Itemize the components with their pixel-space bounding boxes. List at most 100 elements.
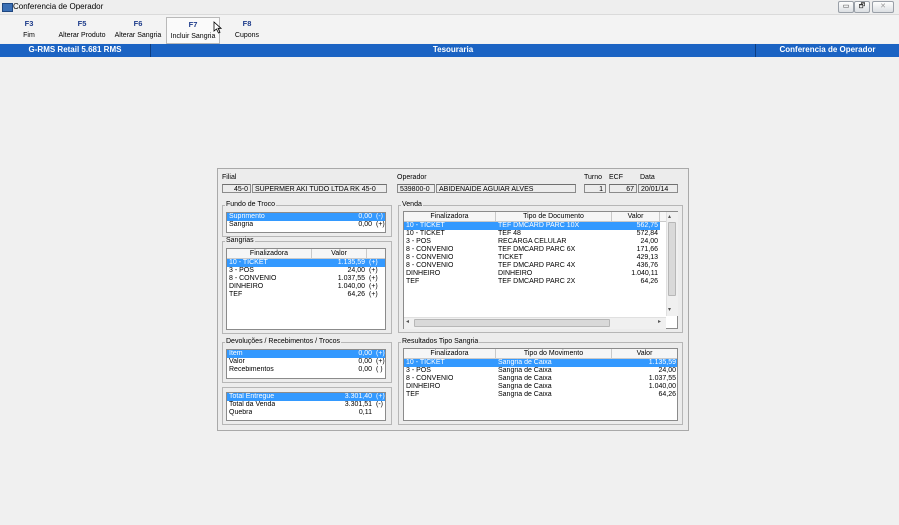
item-sign: (-) [376, 401, 383, 408]
scroll-down-icon[interactable]: ▾ [668, 306, 671, 313]
f5-alterar-produto-button[interactable]: F5 Alterar Produto [56, 17, 108, 42]
list-item[interactable]: Sangria 0,00 (+) [227, 221, 385, 229]
f6-alterar-sangria-button[interactable]: F6 Alterar Sangria [112, 17, 164, 42]
table-row[interactable]: 8 - CONVENIO TICKET 429,13 [404, 254, 660, 262]
table-row[interactable]: TEF Sangria de Caixa 64,26 [404, 391, 677, 399]
scroll-right-icon[interactable]: ▸ [658, 318, 661, 325]
table-row[interactable]: 3 - POS RECARGA CELULAR 24,00 [404, 238, 660, 246]
table-row[interactable]: DINHEIRO DINHEIRO 1.040,11 [404, 270, 660, 278]
ecf-field[interactable]: 67 [609, 184, 637, 193]
table-row[interactable]: 3 - POS 24,00 (+) [227, 267, 385, 275]
table-row[interactable]: 8 - CONVENIO TEF DMCARD PARC 4X 436,76 [404, 262, 660, 270]
cell-finalizadora: 8 - CONVENIO [406, 262, 454, 269]
column-header[interactable]: Valor [612, 212, 660, 221]
cell-finalizadora: DINHEIRO [406, 270, 441, 277]
cell-valor: 24,00 [658, 367, 676, 374]
venda-table[interactable]: Finalizadora Tipo de Documento Valor 10 … [403, 211, 678, 329]
filial-name-field[interactable]: SUPERMER AKI TUDO LTDA RK 45-0 [252, 184, 387, 193]
operador-code-field[interactable]: 539800-0 [397, 184, 435, 193]
cell-valor: 1.040,11 [631, 270, 658, 277]
devolucoes-list[interactable]: Item 0,00 (+) Valor 0,00 (+) Recebimentos 0,0… [226, 349, 386, 379]
table-row[interactable]: 10 - TICKET 1.135,59 (+) [227, 259, 385, 267]
cell-valor: 1.135,59 [337, 259, 365, 266]
cell-valor: 24,00 [640, 238, 658, 245]
restore-button[interactable]: 🗗 [854, 1, 870, 13]
cell-finalizadora: 10 - TICKET [406, 222, 445, 229]
list-item[interactable]: Quebra 0,11 [227, 409, 385, 417]
f8-cupons-button[interactable]: F8 Cupons [230, 17, 264, 42]
table-row[interactable]: 8 - CONVENIO Sangria de Caixa 1.037,55 [404, 375, 677, 383]
cell-finalizadora: 10 - TICKET [406, 359, 445, 366]
column-header[interactable]: Finalizadora [404, 212, 496, 221]
filial-label: Filial [222, 174, 237, 181]
item-sign: (+) [376, 358, 385, 365]
turno-field[interactable]: 1 [584, 184, 606, 193]
item-sign: (+) [376, 393, 385, 400]
list-item[interactable]: Suprimento 0,00 (-) [227, 213, 385, 221]
f6-action-label: Alterar Sangria [114, 32, 162, 39]
column-header[interactable]: Tipo do Movimento [496, 349, 612, 358]
cell-sign: (+) [369, 291, 378, 298]
table-row[interactable]: 10 - TICKET TEF 48 572,84 [404, 230, 660, 238]
item-name: Quebra [229, 409, 253, 416]
cell-valor: 436,76 [636, 262, 658, 269]
scroll-left-icon[interactable]: ◂ [406, 318, 409, 325]
resultados-table[interactable]: Finalizadora Tipo do Movimento Valor 10 … [403, 348, 678, 421]
item-value: 0,00 [358, 358, 372, 365]
cell-tipo: TICKET [498, 254, 523, 261]
table-row[interactable]: 8 - CONVENIO 1.037,55 (+) [227, 275, 385, 283]
operador-name-field[interactable]: ABIDENAIDE AGUIAR ALVES [436, 184, 576, 193]
resultados-title: Resultados Tipo Sangria [401, 338, 480, 345]
list-item[interactable]: Total da Venda 3.301,51 (-) [227, 401, 385, 409]
item-sign: ( ) [376, 366, 383, 373]
column-header[interactable]: Valor [612, 349, 677, 358]
cell-valor: 1.037,55 [337, 275, 365, 282]
table-row[interactable]: 10 - TICKET TEF DMCARD PARC 10X 562,75 [404, 222, 660, 230]
cell-valor: 1.040,00 [648, 383, 676, 390]
data-label: Data [640, 174, 655, 181]
f3-fim-button[interactable]: F3 Fim [18, 17, 40, 42]
filial-code-field[interactable]: 45-0 [222, 184, 251, 193]
cell-finalizadora: 3 - POS [406, 367, 431, 374]
item-value: 3.301,40 [344, 393, 372, 400]
table-row[interactable]: TEF TEF DMCARD PARC 2X 64,26 [404, 278, 660, 286]
table-row[interactable]: 8 - CONVENIO TEF DMCARD PARC 6X 171,66 [404, 246, 660, 254]
data-field[interactable]: 20/01/14 [638, 184, 678, 193]
item-sign: (+) [376, 350, 385, 357]
item-sign: (-) [376, 213, 383, 220]
cell-sign: (+) [369, 267, 378, 274]
close-button[interactable]: ✕ [872, 1, 894, 13]
totais-list[interactable]: Total Entregue 3.301,40 (+) Total da Venda… [226, 392, 386, 421]
venda-title: Venda [401, 201, 423, 208]
cell-finalizadora: DINHEIRO [406, 383, 441, 390]
scroll-up-icon[interactable]: ▴ [668, 213, 671, 220]
table-row[interactable]: DINHEIRO Sangria de Caixa 1.040,00 [404, 383, 677, 391]
f7-action-label: Incluir Sangria [170, 33, 216, 40]
table-row[interactable]: 10 - TICKET Sangria de Caixa 1.135,59 [404, 359, 677, 367]
column-header[interactable]: Tipo de Documento [496, 212, 612, 221]
list-item[interactable]: Valor 0,00 (+) [227, 358, 385, 366]
fundo-de-troco-list[interactable]: Suprimento 0,00 (-) Sangria 0,00 (+) [226, 212, 386, 233]
item-value: 0,00 [358, 366, 372, 373]
column-header[interactable]: Finalizadora [227, 249, 312, 258]
table-row[interactable]: 3 - POS Sangria de Caixa 24,00 [404, 367, 677, 375]
horizontal-scroll-thumb[interactable] [414, 319, 610, 327]
table-row[interactable]: DINHEIRO 1.040,00 (+) [227, 283, 385, 291]
f7-incluir-sangria-button[interactable]: F7 Incluir Sangria [166, 17, 220, 44]
minimize-button[interactable]: ▭ [838, 1, 854, 13]
window-titlebar [0, 0, 899, 15]
column-header[interactable]: Valor [312, 249, 367, 258]
list-item[interactable]: Recebimentos 0,00 ( ) [227, 366, 385, 374]
cell-finalizadora: 10 - TICKET [229, 259, 268, 266]
column-header[interactable]: Finalizadora [404, 349, 496, 358]
cell-finalizadora: 8 - CONVENIO [406, 375, 454, 382]
f3-key-label: F3 [24, 19, 34, 28]
table-row[interactable]: TEF 64,26 (+) [227, 291, 385, 299]
app-version-label: G-RMS Retail 5.681 RMS [28, 45, 122, 54]
f5-action-label: Alterar Produto [58, 32, 106, 39]
list-item[interactable]: Total Entregue 3.301,40 (+) [227, 393, 385, 401]
list-item[interactable]: Item 0,00 (+) [227, 350, 385, 358]
sangrias-list[interactable]: Finalizadora Valor 10 - TICKET 1.135,59 (+… [226, 248, 386, 330]
vertical-scroll-thumb[interactable] [668, 222, 676, 296]
cell-valor: 64,26 [347, 291, 365, 298]
